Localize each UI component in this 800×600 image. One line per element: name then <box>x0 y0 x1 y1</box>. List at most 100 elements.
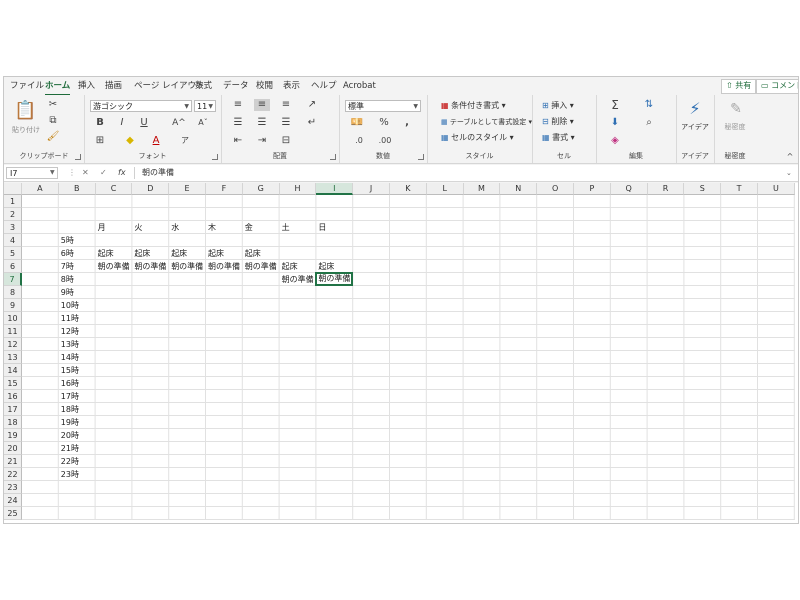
column-header-h[interactable]: H <box>279 183 317 195</box>
orientation-icon[interactable]: ↗ <box>305 99 319 111</box>
column-header-e[interactable]: E <box>169 183 206 195</box>
align-right-icon[interactable]: ☰ <box>279 117 293 129</box>
column-header-f[interactable]: F <box>206 183 243 195</box>
row-header-23[interactable]: 23 <box>4 481 22 494</box>
cell-e6[interactable]: 朝の準備 <box>169 260 203 273</box>
column-header-k[interactable]: K <box>390 183 427 195</box>
column-header-n[interactable]: N <box>500 183 538 195</box>
column-header-a[interactable]: A <box>22 183 59 195</box>
decrease-indent-icon[interactable]: ⇤ <box>231 135 245 147</box>
tab-acrobat[interactable]: Acrobat <box>343 80 376 94</box>
row-header-1[interactable]: 1 <box>4 195 22 208</box>
row-header-7[interactable]: 7 <box>4 273 22 286</box>
decrease-font-icon[interactable]: Aˇ <box>196 117 210 129</box>
row-header-13[interactable]: 13 <box>4 351 22 364</box>
row-header-9[interactable]: 9 <box>4 299 22 312</box>
cell-e5[interactable]: 起床 <box>169 247 187 260</box>
enter-icon[interactable]: ✓ <box>100 168 107 178</box>
cell-h6[interactable]: 起床 <box>280 260 298 273</box>
tab-view[interactable]: 表示 <box>283 80 300 94</box>
row-header-10[interactable]: 10 <box>4 312 22 325</box>
cell-b20[interactable]: 21時 <box>59 442 79 455</box>
cell-f6[interactable]: 朝の準備 <box>206 260 240 273</box>
column-header-g[interactable]: G <box>242 183 280 195</box>
paste-icon[interactable]: 📋 <box>14 99 36 123</box>
tab-data[interactable]: データ <box>223 80 249 94</box>
find-select-icon[interactable]: ⌕ <box>642 117 656 129</box>
increase-indent-icon[interactable]: ⇥ <box>255 135 269 147</box>
increase-decimal-icon[interactable]: .0 <box>351 135 367 147</box>
cell-c3[interactable]: 月 <box>96 221 106 234</box>
column-header-s[interactable]: S <box>684 183 722 195</box>
border-icon[interactable]: ⊞ <box>92 135 108 147</box>
formula-input[interactable]: 朝の準備 <box>142 168 174 178</box>
row-header-21[interactable]: 21 <box>4 455 22 468</box>
cell-h7[interactable]: 朝の準備 <box>280 273 314 286</box>
select-all-corner[interactable] <box>4 183 22 195</box>
wrap-text-icon[interactable]: ↵ <box>305 117 319 129</box>
tab-help[interactable]: ヘルプ <box>311 80 337 94</box>
cell-g5[interactable]: 起床 <box>243 247 261 260</box>
row-header-15[interactable]: 15 <box>4 377 22 390</box>
cell-f3[interactable]: 木 <box>206 221 216 234</box>
row-header-16[interactable]: 16 <box>4 390 22 403</box>
cell-b11[interactable]: 12時 <box>59 325 79 338</box>
insert-function-icon[interactable]: fx <box>118 168 126 178</box>
cell-b16[interactable]: 17時 <box>59 390 79 403</box>
sort-filter-icon[interactable]: ⇅ <box>642 99 656 111</box>
tab-formulas[interactable]: 数式 <box>195 80 212 94</box>
clipboard-launcher-icon[interactable] <box>75 154 81 160</box>
cell-g3[interactable]: 金 <box>243 221 253 234</box>
merge-cells-icon[interactable]: ⊟ <box>279 135 293 147</box>
row-header-18[interactable]: 18 <box>4 416 22 429</box>
align-center-icon[interactable]: ☰ <box>255 117 269 129</box>
conditional-format-button[interactable]: ▦ 条件付き書式 ▾ <box>441 101 506 111</box>
cell-b13[interactable]: 14時 <box>59 351 79 364</box>
cell-i3[interactable]: 日 <box>316 221 326 234</box>
format-cells-button[interactable]: ▦ 書式 ▾ <box>542 133 575 143</box>
row-header-11[interactable]: 11 <box>4 325 22 338</box>
worksheet-grid[interactable]: ABCDEFGHIJKLMNOPQRSTU 1 2 3 4 5 6 7 8 9 10 11 12 13 1… <box>4 183 798 523</box>
align-left-icon[interactable]: ☰ <box>231 117 245 129</box>
font-size-select[interactable]: 11 ▼ <box>194 100 216 112</box>
increase-font-icon[interactable]: A^ <box>172 117 186 129</box>
options-icon[interactable]: ⋮ <box>68 168 76 178</box>
row-header-12[interactable]: 12 <box>4 338 22 351</box>
column-header-c[interactable]: C <box>95 183 133 195</box>
clear-icon[interactable]: ◈ <box>608 135 622 147</box>
bold-button[interactable]: B <box>94 117 106 129</box>
tab-review[interactable]: 校閲 <box>256 80 273 94</box>
row-header-24[interactable]: 24 <box>4 494 22 507</box>
collapse-ribbon-icon[interactable]: ^ <box>784 151 796 163</box>
active-cell[interactable]: 朝の準備 <box>315 272 354 286</box>
align-top-icon[interactable]: ≡ <box>231 99 245 111</box>
row-header-19[interactable]: 19 <box>4 429 22 442</box>
cell-c6[interactable]: 朝の準備 <box>96 260 130 273</box>
tab-draw[interactable]: 描画 <box>105 80 122 94</box>
cut-icon[interactable]: ✂ <box>46 99 60 111</box>
italic-button[interactable]: I <box>116 117 128 129</box>
fill-icon[interactable]: ⬇ <box>608 117 622 129</box>
cell-b6[interactable]: 7時 <box>59 260 74 273</box>
column-header-q[interactable]: Q <box>610 183 648 195</box>
copy-icon[interactable]: ⧉ <box>46 115 60 127</box>
ideas-icon[interactable]: ⚡ <box>685 99 705 119</box>
column-header-o[interactable]: O <box>537 183 574 195</box>
delete-cells-button[interactable]: ⊟ 削除 ▾ <box>542 117 574 127</box>
column-header-j[interactable]: J <box>353 183 390 195</box>
cell-b21[interactable]: 22時 <box>59 455 79 468</box>
underline-button[interactable]: U <box>138 117 150 129</box>
tab-page-layout[interactable]: ページ レイアウト <box>134 80 205 94</box>
comma-icon[interactable]: , <box>401 117 413 129</box>
cell-h3[interactable]: 土 <box>280 221 290 234</box>
column-header-t[interactable]: T <box>721 183 758 195</box>
cell-b4[interactable]: 5時 <box>59 234 74 247</box>
insert-cells-button[interactable]: ⊞ 挿入 ▾ <box>542 101 574 111</box>
column-header-u[interactable]: U <box>758 183 795 195</box>
row-header-20[interactable]: 20 <box>4 442 22 455</box>
column-header-r[interactable]: R <box>647 183 685 195</box>
cell-f5[interactable]: 起床 <box>206 247 224 260</box>
cell-b9[interactable]: 10時 <box>59 299 79 312</box>
cell-c5[interactable]: 起床 <box>96 247 114 260</box>
alignment-launcher-icon[interactable] <box>330 154 336 160</box>
